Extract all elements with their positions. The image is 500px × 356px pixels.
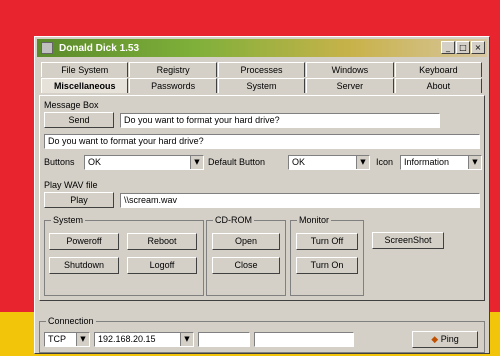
protocol-select-value: TCP [48,334,66,344]
buttons-select[interactable]: OK ▼ [84,155,204,170]
tab-about[interactable]: About [394,78,483,93]
buttons-label: Buttons [44,157,75,167]
message-preview-field[interactable]: Do you want to format your hard drive? [44,134,480,149]
shutdown-button[interactable]: Shutdown [49,257,119,274]
ping-button[interactable]: ◆ Ping [412,331,478,348]
connection-bar: Connection TCP ▼ 192.168.20.15 ▼ ◆ Ping [39,316,485,353]
chevron-down-icon[interactable]: ▼ [356,156,369,169]
buttons-select-value: OK [88,157,102,167]
cdrom-group: CD-ROM Open Close [206,215,286,296]
close-icon[interactable]: × [471,41,485,54]
message-box-label: Message Box [44,100,99,110]
connection-group: Connection TCP ▼ 192.168.20.15 ▼ ◆ Ping [39,316,485,353]
app-window: Donald Dick 1.53 _ □ × File System Regis… [34,36,490,354]
system-group-label: System [51,215,86,225]
tab-file-system[interactable]: File System [41,62,129,77]
default-button-select-value: OK [292,157,306,167]
chevron-down-icon[interactable]: ▼ [468,156,481,169]
default-button-select[interactable]: OK ▼ [288,155,370,170]
minimize-icon[interactable]: _ [441,41,455,54]
chevron-down-icon[interactable]: ▼ [180,333,193,346]
monitor-group: Monitor Turn Off Turn On [290,215,364,296]
chevron-down-icon[interactable]: ▼ [76,333,89,346]
title-bar[interactable]: Donald Dick 1.53 _ □ × [37,39,487,57]
tab-row-top: File System Registry Processes Windows K… [41,62,483,77]
screenshot-button[interactable]: ScreenShot [372,232,444,249]
monitor-group-label: Monitor [297,215,332,225]
tab-row-bottom: Miscellaneous Passwords System Server Ab… [41,78,483,93]
connection-group-label: Connection [46,316,96,326]
cdrom-group-label: CD-ROM [213,215,254,225]
play-wav-label: Play WAV file [44,180,98,190]
reboot-button[interactable]: Reboot [127,233,197,250]
wav-file-input[interactable]: \\scream.wav [120,193,480,208]
port-input[interactable] [198,332,250,347]
icon-select-value: Information [404,157,450,167]
play-button[interactable]: Play [44,192,114,208]
tab-processes[interactable]: Processes [217,62,306,77]
tab-passwords[interactable]: Passwords [129,78,217,93]
miscellaneous-panel: Message Box Send Do you want to format y… [39,95,485,301]
tab-windows[interactable]: Windows [306,62,394,77]
default-button-label: Default Button [208,157,266,167]
tab-server[interactable]: Server [306,78,394,93]
ping-label: Ping [440,334,459,344]
system-group: System Poweroff Reboot Shutdown Logoff [44,215,204,296]
poweroff-button[interactable]: Poweroff [49,233,119,250]
monitor-turn-on-button[interactable]: Turn On [296,257,358,274]
tab-keyboard[interactable]: Keyboard [394,62,483,77]
message-input[interactable]: Do you want to format your hard drive? [120,113,440,128]
monitor-turn-off-button[interactable]: Turn Off [296,233,358,250]
chevron-down-icon[interactable]: ▼ [190,156,203,169]
maximize-icon[interactable]: □ [456,41,470,54]
send-button[interactable]: Send [44,112,114,128]
tab-miscellaneous[interactable]: Miscellaneous [41,78,129,93]
logoff-button[interactable]: Logoff [127,257,197,274]
tab-registry[interactable]: Registry [129,62,217,77]
cdrom-open-button[interactable]: Open [212,233,280,250]
tab-system[interactable]: System [217,78,306,93]
cdrom-close-button[interactable]: Close [212,257,280,274]
host-select-value: 192.168.20.15 [98,334,156,344]
icon-label: Icon [376,157,394,167]
icon-select[interactable]: Information ▼ [400,155,482,170]
window-title: Donald Dick 1.53 [59,42,140,54]
host-select[interactable]: 192.168.20.15 ▼ [94,332,194,347]
ping-icon: ◆ [431,334,439,344]
protocol-select[interactable]: TCP ▼ [44,332,90,347]
status-field[interactable] [254,332,354,347]
app-icon [41,42,53,54]
